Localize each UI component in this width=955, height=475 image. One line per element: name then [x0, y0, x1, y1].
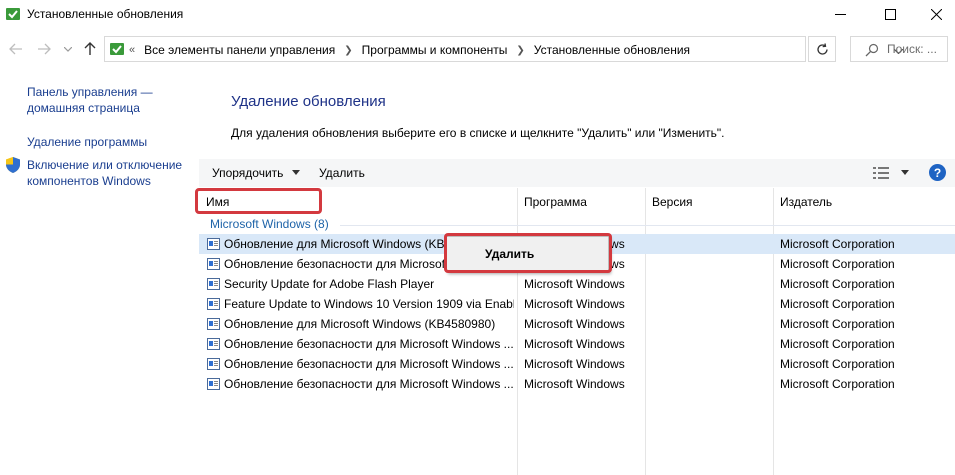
update-icon	[207, 358, 220, 370]
sidebar-item-windows-features[interactable]: Включение или отключение компонентов Win…	[27, 157, 182, 189]
back-button[interactable]	[6, 40, 26, 58]
update-icon	[207, 258, 220, 270]
update-icon	[207, 298, 220, 310]
refresh-button[interactable]	[808, 36, 836, 62]
maximize-icon	[884, 8, 896, 20]
instruction-text: Для удаления обновления выберите его в с…	[231, 126, 725, 140]
update-publisher: Microsoft Corporation	[780, 297, 895, 311]
table-row[interactable]: Обновление безопасности для Microsoft Wi…	[199, 354, 955, 374]
update-name: Feature Update to Windows 10 Version 190…	[224, 297, 514, 311]
highlight-box	[444, 233, 612, 273]
address-bar[interactable]: « Все элементы панели управления ❯ Прогр…	[104, 36, 903, 62]
update-program: Microsoft Windows	[524, 317, 625, 331]
update-publisher: Microsoft Corporation	[780, 277, 895, 291]
uninstall-button[interactable]: Удалить	[319, 166, 365, 180]
table-row[interactable]: Feature Update to Windows 10 Version 190…	[199, 294, 955, 314]
column-header-publisher[interactable]: Издатель	[780, 195, 832, 209]
close-button[interactable]	[913, 0, 955, 28]
view-details-icon[interactable]	[872, 166, 890, 180]
help-button[interactable]: ?	[929, 164, 946, 181]
update-icon	[207, 378, 220, 390]
chevron-right-icon[interactable]: ❯	[344, 45, 352, 56]
sidebar-item-label: Удаление программы	[27, 135, 148, 149]
update-program: Microsoft Windows	[524, 277, 625, 291]
update-program: Microsoft Windows	[524, 337, 625, 351]
navigation-bar: « Все элементы панели управления ❯ Прогр…	[0, 32, 955, 66]
control-panel-icon	[6, 8, 20, 20]
update-name: Обновление безопасности для Microsoft Wi…	[224, 337, 514, 351]
update-publisher: Microsoft Corporation	[780, 337, 895, 351]
update-icon	[207, 338, 220, 350]
breadcrumb-item-installed-updates[interactable]: Установленные обновления	[534, 43, 690, 57]
search-box[interactable]	[850, 36, 948, 62]
update-name: Обновление безопасности для Microsoft Wi…	[224, 377, 514, 391]
sidebar-item-label: компонентов Windows	[27, 174, 151, 188]
up-button[interactable]	[80, 40, 100, 58]
arrow-up-icon	[84, 42, 96, 55]
table-row[interactable]: Обновление для Microsoft Windows (KB4580…	[199, 314, 955, 334]
search-icon	[865, 43, 879, 57]
update-program: Microsoft Windows	[524, 357, 625, 371]
table-row[interactable]: Security Update for Adobe Flash Player M…	[199, 274, 955, 294]
sidebar-item-label: Панель управления —	[27, 85, 153, 99]
page-title: Удаление обновления	[231, 93, 386, 110]
table-row[interactable]: Обновление безопасности для Microsoft Wi…	[199, 374, 955, 394]
update-icon	[207, 238, 220, 250]
maximize-button[interactable]	[867, 0, 913, 28]
chevron-down-icon	[64, 46, 72, 52]
chevron-right-icon[interactable]: ❯	[516, 45, 524, 56]
breadcrumb-overflow[interactable]: «	[129, 44, 135, 56]
forward-button[interactable]	[34, 40, 54, 58]
arrow-right-icon	[38, 43, 51, 55]
recent-locations-button[interactable]	[62, 40, 74, 58]
organize-button[interactable]: Упорядочить	[212, 166, 283, 180]
update-publisher: Microsoft Corporation	[780, 237, 895, 251]
group-divider	[340, 225, 955, 226]
sidebar-item-label: домашняя страница	[27, 101, 140, 115]
search-input[interactable]	[887, 40, 947, 58]
group-header[interactable]: Microsoft Windows (8)	[210, 217, 329, 231]
sidebar-item-uninstall-program[interactable]: Удаление программы	[27, 134, 147, 150]
table-row[interactable]: Обновление безопасности для Microsoft Wi…	[199, 334, 955, 354]
update-program: Microsoft Windows	[524, 377, 625, 391]
update-icon	[207, 318, 220, 330]
title-bar: Установленные обновления	[0, 0, 955, 30]
update-publisher: Microsoft Corporation	[780, 257, 895, 271]
highlight-box	[195, 188, 322, 214]
sidebar-item-label: Включение или отключение	[27, 158, 183, 172]
minimize-button[interactable]	[817, 0, 863, 28]
refresh-icon	[816, 42, 828, 55]
caret-down-icon[interactable]	[901, 170, 909, 175]
minimize-icon	[834, 13, 846, 15]
update-icon	[207, 278, 220, 290]
update-publisher: Microsoft Corporation	[780, 357, 895, 371]
column-header-version[interactable]: Версия	[652, 195, 693, 209]
update-name: Обновление безопасности для Microsoft Wi…	[224, 357, 514, 371]
breadcrumb: « Все элементы панели управления ❯ Прогр…	[129, 43, 690, 57]
update-program: Microsoft Windows	[524, 297, 625, 311]
update-name: Security Update for Adobe Flash Player	[224, 277, 435, 291]
breadcrumb-item-programs[interactable]: Программы и компоненты	[362, 43, 508, 57]
update-publisher: Microsoft Corporation	[780, 377, 895, 391]
arrow-left-icon	[9, 43, 22, 55]
shield-icon	[6, 157, 20, 173]
close-icon	[930, 8, 942, 20]
command-bar: Упорядочить Удалить ?	[199, 159, 955, 187]
breadcrumb-item-all-control-panel[interactable]: Все элементы панели управления	[144, 43, 335, 57]
control-panel-icon	[110, 43, 124, 55]
update-publisher: Microsoft Corporation	[780, 317, 895, 331]
window-title: Установленные обновления	[27, 7, 184, 21]
sidebar-item-control-panel-home[interactable]: Панель управления — домашняя страница	[27, 84, 153, 116]
caret-down-icon[interactable]	[292, 170, 300, 175]
column-header-program[interactable]: Программа	[524, 195, 587, 209]
update-name: Обновление для Microsoft Windows (KB4580…	[224, 317, 496, 331]
